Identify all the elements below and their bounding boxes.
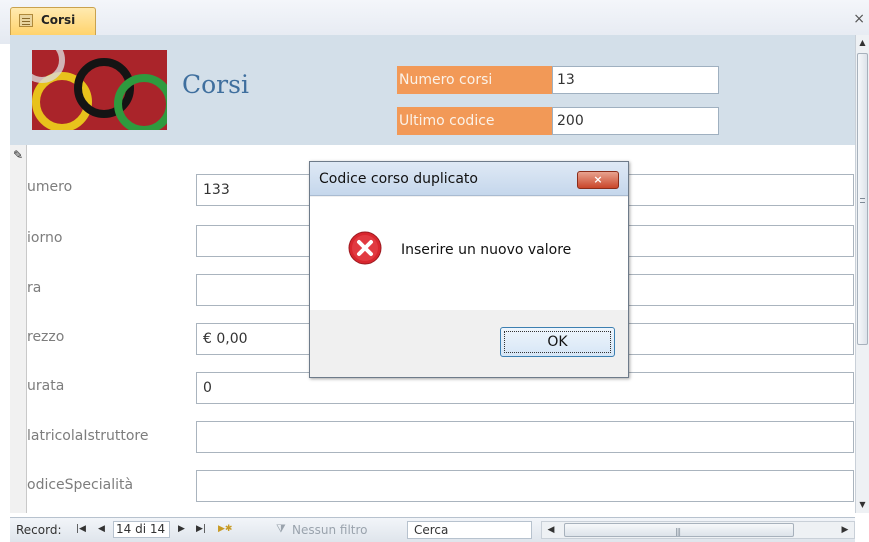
pencil-icon: ✎ [13, 148, 24, 162]
record-navigation-bar: Record: |◀ ◀ 14 di 14 ▶ ▶| ▶✱ ⧩ Nessun f… [10, 517, 855, 542]
last-record-icon[interactable]: ▶| [196, 523, 206, 535]
dialog-message: Inserire un nuovo valore [401, 242, 572, 258]
filter-status[interactable]: Nessun filtro [292, 523, 368, 537]
grip-icon [860, 198, 865, 203]
vertical-scrollbar[interactable]: ▲ ▼ [855, 35, 869, 513]
close-icon[interactable]: × [853, 12, 865, 26]
numero-corsi-label: Numero corsi [397, 66, 552, 94]
matricola-istruttore-label: latricolaIstruttore [27, 428, 149, 444]
record-selector[interactable]: ✎ [10, 145, 27, 513]
new-record-icon[interactable]: ▶✱ [218, 523, 232, 535]
dialog-titlebar[interactable]: Codice corso duplicato × [310, 162, 628, 196]
form-title: Corsi [182, 70, 249, 99]
current-record-field[interactable]: 14 di 14 [113, 521, 170, 538]
numero-label: umero [27, 179, 73, 195]
olympic-rings-logo [32, 50, 167, 130]
scroll-right-icon[interactable]: ▶ [836, 522, 854, 538]
horizontal-scrollbar[interactable]: ◀ ||| ▶ [541, 521, 855, 539]
codice-specialita-label: odiceSpecialità [27, 477, 134, 493]
form-icon [19, 14, 33, 27]
durata-label: urata [27, 378, 65, 394]
record-label: Record: [16, 523, 62, 537]
form-header: Corsi Numero corsi 13 Ultimo codice 200 [10, 35, 855, 145]
numero-corsi-field[interactable]: 13 [552, 66, 719, 94]
dialog-body: Inserire un nuovo valore [310, 197, 628, 310]
tab-corsi[interactable]: Corsi [10, 7, 96, 35]
filter-icon: ⧩ [276, 522, 286, 535]
error-icon [348, 231, 382, 265]
vertical-scroll-thumb[interactable] [857, 53, 868, 345]
ora-label: ra [27, 280, 42, 296]
ultimo-codice-field[interactable]: 200 [552, 107, 719, 135]
dialog-title: Codice corso duplicato [319, 171, 478, 187]
giorno-label: iorno [27, 230, 63, 246]
scroll-left-icon[interactable]: ◀ [542, 522, 560, 538]
previous-record-icon[interactable]: ◀ [98, 523, 105, 535]
prezzo-label: rezzo [27, 329, 65, 345]
next-record-icon[interactable]: ▶ [178, 523, 185, 535]
horizontal-scroll-thumb[interactable]: ||| [564, 523, 794, 537]
tab-label: Corsi [41, 13, 76, 27]
ok-button[interactable]: OK [500, 327, 615, 357]
access-form-window: Corsi × Corsi Numero corsi 13 Ultimo cod… [0, 0, 869, 542]
matricola-istruttore-field[interactable] [196, 421, 854, 453]
search-input[interactable]: Cerca [407, 521, 532, 539]
grip-icon: ||| [675, 527, 681, 536]
codice-specialita-field[interactable] [196, 470, 854, 502]
duplicate-code-dialog: Codice corso duplicato × Inserire un nuo… [309, 161, 629, 378]
scroll-up-icon[interactable]: ▲ [856, 35, 869, 51]
dialog-close-button[interactable]: × [577, 171, 619, 189]
ultimo-codice-label: Ultimo codice [397, 107, 552, 135]
first-record-icon[interactable]: |◀ [76, 523, 86, 535]
scroll-down-icon[interactable]: ▼ [856, 497, 869, 513]
